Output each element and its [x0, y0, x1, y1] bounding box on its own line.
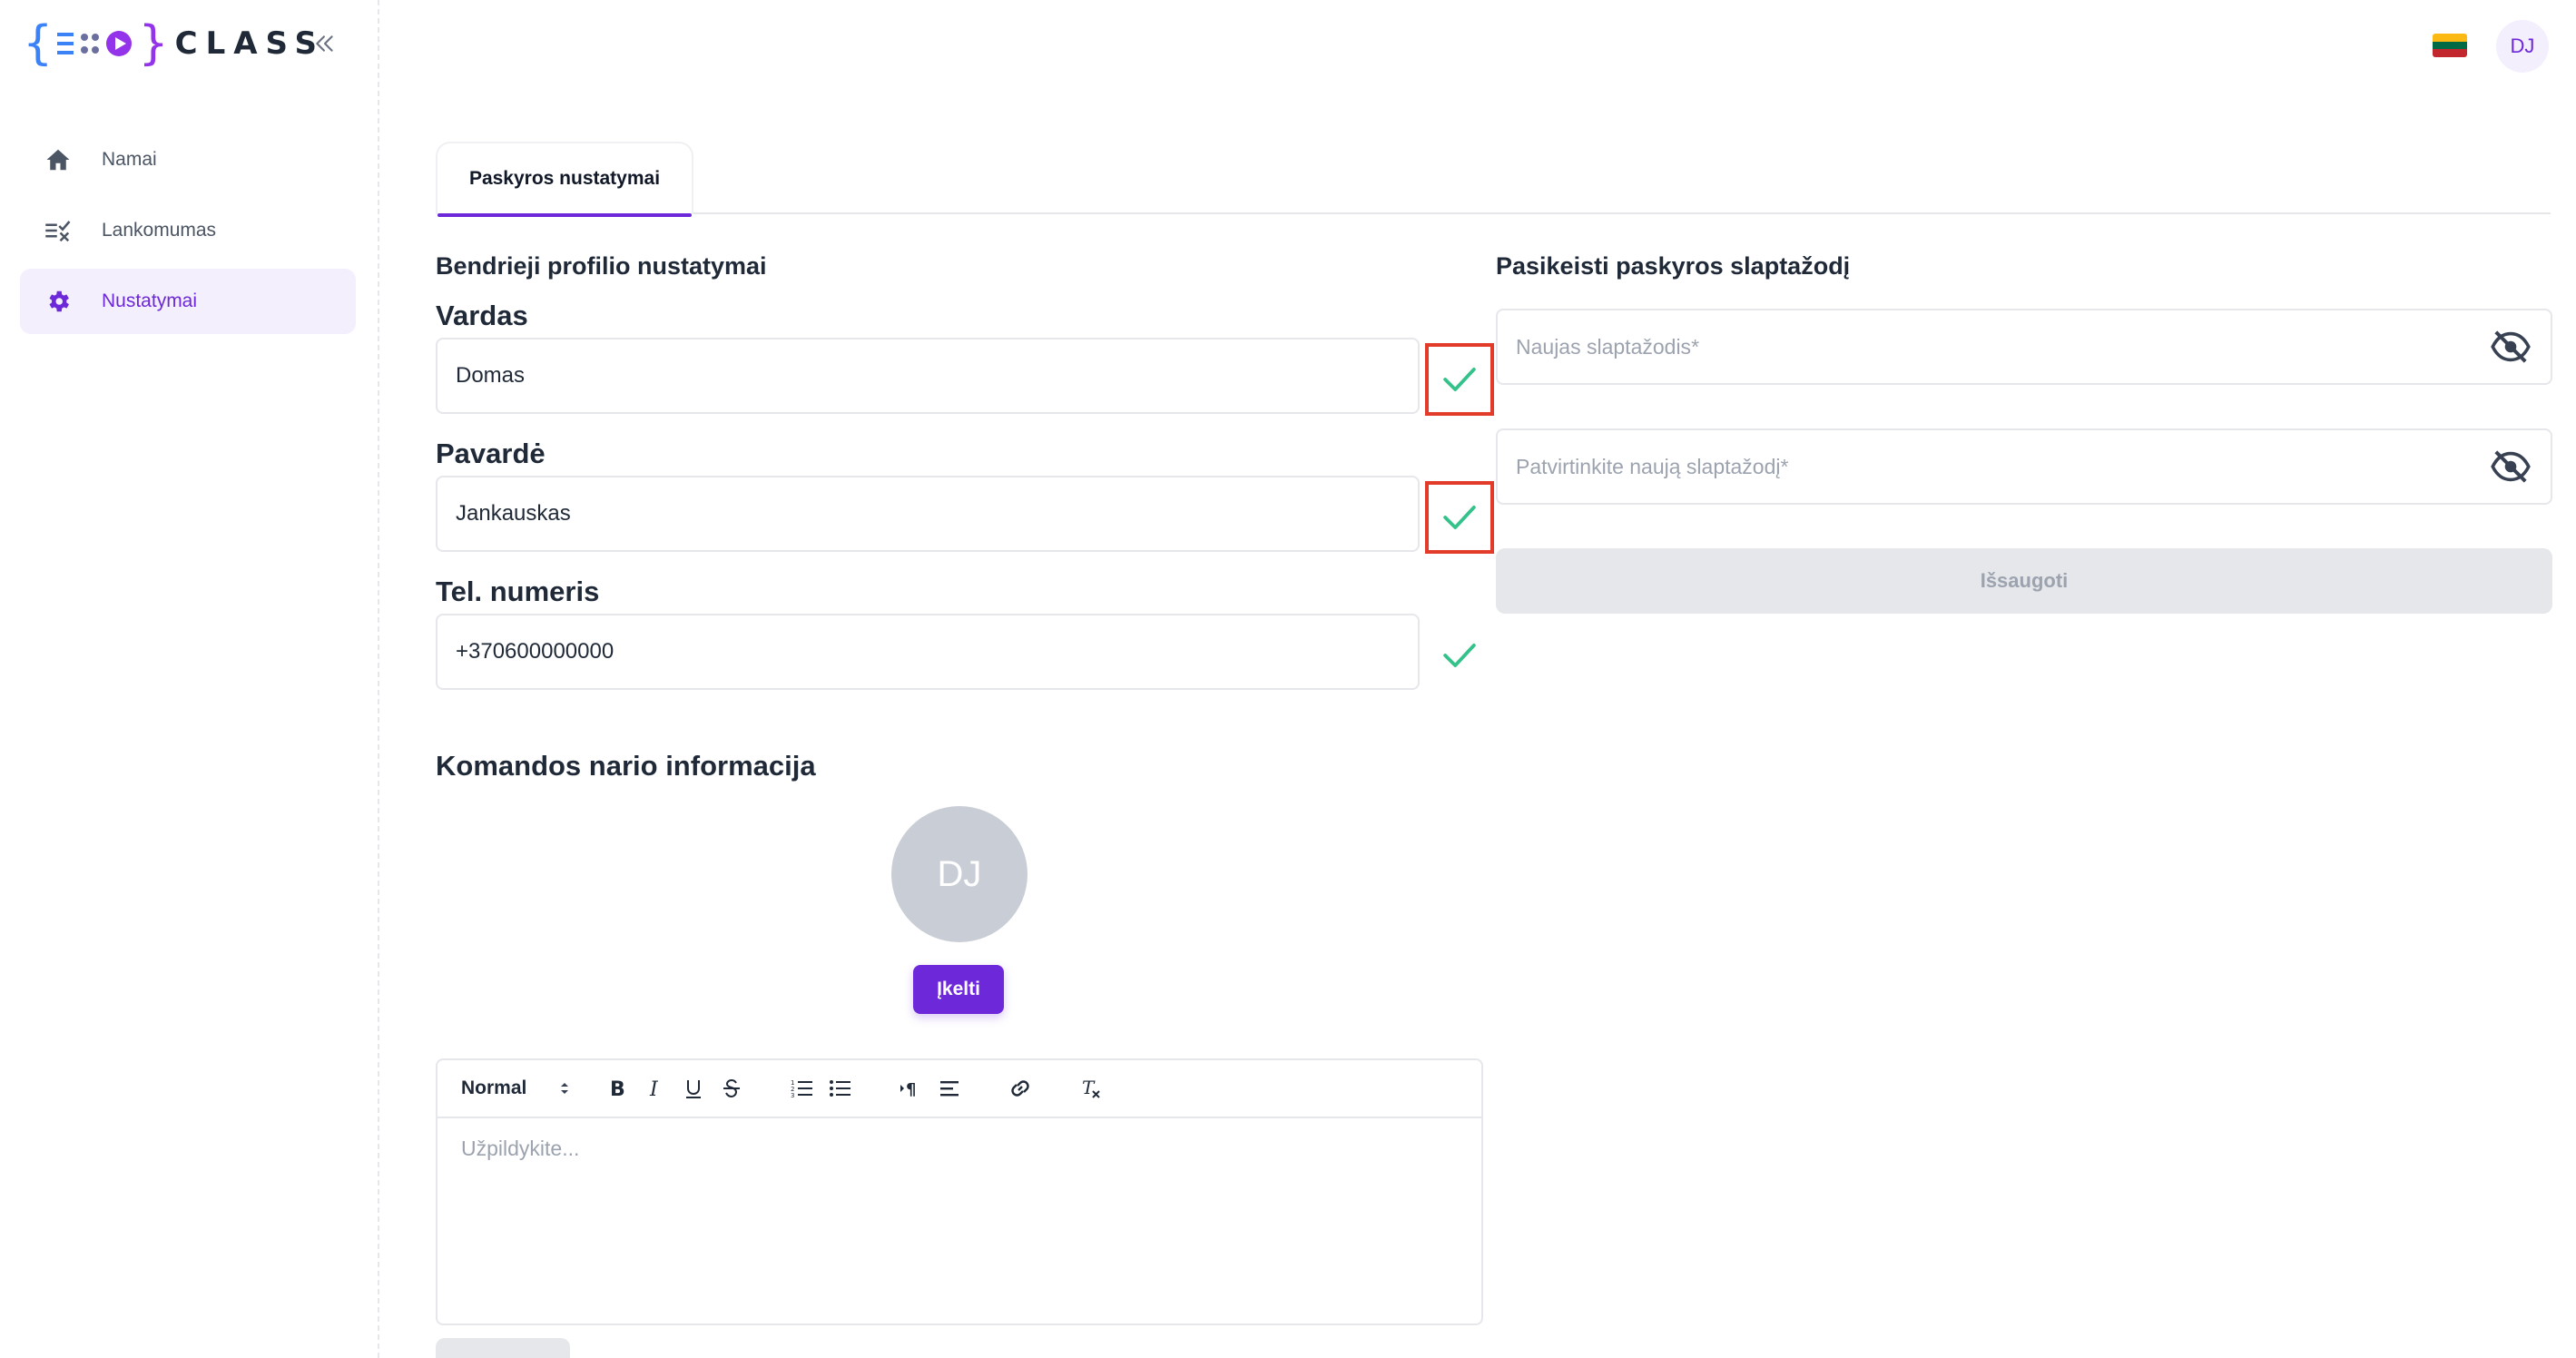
tab-account-settings[interactable]: Paskyros nustatymai [436, 142, 693, 217]
first-name-save-check[interactable] [1425, 343, 1494, 416]
confirm-password-input[interactable]: Patvirtinkite naują slaptažodį * [1496, 428, 2552, 505]
sidebar-item-namai[interactable]: Namai [20, 127, 356, 192]
format-select-value: Normal [461, 1078, 527, 1098]
required-mark: * [1780, 454, 1789, 478]
ordered-list-icon: 123 [791, 1079, 812, 1099]
save-password-button[interactable]: Išsaugoti [1496, 548, 2552, 614]
last-name-input[interactable]: Jankauskas [436, 476, 1420, 552]
first-name-label: Vardas [436, 300, 528, 331]
first-name-input[interactable]: Domas [436, 338, 1420, 414]
gear-icon [42, 285, 74, 318]
link-button[interactable] [1004, 1070, 1037, 1107]
phone-label: Tel. numeris [436, 576, 600, 607]
italic-button[interactable]: I [639, 1070, 672, 1107]
collapse-sidebar-button[interactable] [305, 24, 345, 64]
tab-bar: Paskyros nustatymai [436, 142, 2551, 217]
select-arrows-icon [561, 1083, 568, 1094]
underline-icon [686, 1080, 701, 1098]
bullet-list-icon [830, 1080, 850, 1097]
check-icon [1443, 368, 1476, 391]
underline-button[interactable] [677, 1070, 710, 1107]
home-icon [42, 143, 74, 176]
clear-format-icon: T [1082, 1078, 1100, 1098]
editor-content[interactable]: Užpildykite... [438, 1118, 1481, 1325]
user-avatar-button[interactable]: DJ [2496, 20, 2549, 73]
team-section-title: Komandos nario informacija [436, 750, 816, 782]
sidebar-nav: Namai Lankomumas Nustatymai [20, 127, 356, 340]
sidebar-item-label: Namai [102, 149, 157, 170]
eye-off-icon[interactable] [2489, 329, 2532, 365]
strikethrough-icon [723, 1078, 740, 1098]
required-mark: * [1691, 334, 1700, 359]
align-button[interactable] [933, 1070, 966, 1107]
italic-icon: I [649, 1078, 659, 1099]
password-section-title: Pasikeisti paskyros slaptažodį [1496, 252, 1851, 280]
svg-text:3: 3 [791, 1092, 794, 1099]
team-save-button[interactable] [436, 1338, 570, 1358]
bullet-list-button[interactable] [824, 1070, 857, 1107]
sidebar-item-nustatymai[interactable]: Nustatymai [20, 269, 356, 334]
logo[interactable]: { } CLASS [24, 16, 325, 71]
sidebar-item-label: Lankomumas [102, 220, 217, 241]
bold-icon: B [610, 1078, 625, 1099]
editor-toolbar: Normal B I 123 ¶ T [438, 1060, 1481, 1118]
format-select[interactable]: Normal [461, 1078, 570, 1099]
logo-mark [55, 27, 135, 60]
upload-photo-button[interactable]: Įkelti [913, 965, 1004, 1014]
bold-button[interactable]: B [601, 1070, 634, 1107]
team-avatar: DJ [891, 806, 1027, 942]
new-password-input[interactable]: Naujas slaptažodis * [1496, 309, 2552, 385]
profile-section-title: Bendrieji profilio nustatymai [436, 252, 767, 280]
chevrons-left-icon [316, 35, 333, 52]
text-direction-icon: ¶ [900, 1080, 916, 1099]
confirm-password-placeholder: Patvirtinkite naują slaptažodį [1516, 454, 1781, 478]
eye-off-icon[interactable] [2489, 448, 2532, 485]
last-name-label: Pavardė [436, 438, 546, 469]
logo-right-brace: } [139, 16, 168, 71]
ordered-list-button[interactable]: 123 [786, 1070, 819, 1107]
phone-input[interactable]: +370600000000 [436, 614, 1420, 690]
clear-format-button[interactable]: T [1075, 1070, 1107, 1107]
svg-text:B: B [610, 1078, 625, 1099]
sidebar-item-lankomumas[interactable]: Lankomumas [20, 198, 356, 263]
sidebar: { } CLASS Namai Lankomumas Nustatymai [0, 0, 379, 1358]
logo-text: CLASS [174, 25, 326, 62]
link-icon [1011, 1080, 1029, 1097]
attendance-icon [42, 214, 74, 247]
lithuania-flag-icon[interactable] [2433, 34, 2467, 57]
sidebar-item-label: Nustatymai [102, 290, 198, 311]
rich-text-editor: Normal B I 123 ¶ T Užpildykite... [436, 1058, 1483, 1325]
svg-text:I: I [649, 1078, 659, 1099]
new-password-placeholder: Naujas slaptažodis [1516, 334, 1692, 359]
svg-text:¶: ¶ [906, 1080, 916, 1099]
svg-text:T: T [1082, 1078, 1096, 1098]
phone-save-check[interactable] [1425, 619, 1494, 692]
align-left-icon [940, 1081, 959, 1097]
text-direction-button[interactable]: ¶ [895, 1070, 928, 1107]
last-name-save-check[interactable] [1425, 481, 1494, 554]
logo-left-brace: { [24, 16, 53, 71]
check-icon [1443, 644, 1476, 667]
logo-mark-icon [57, 31, 133, 56]
check-icon [1443, 506, 1476, 529]
strikethrough-button[interactable] [715, 1070, 748, 1107]
